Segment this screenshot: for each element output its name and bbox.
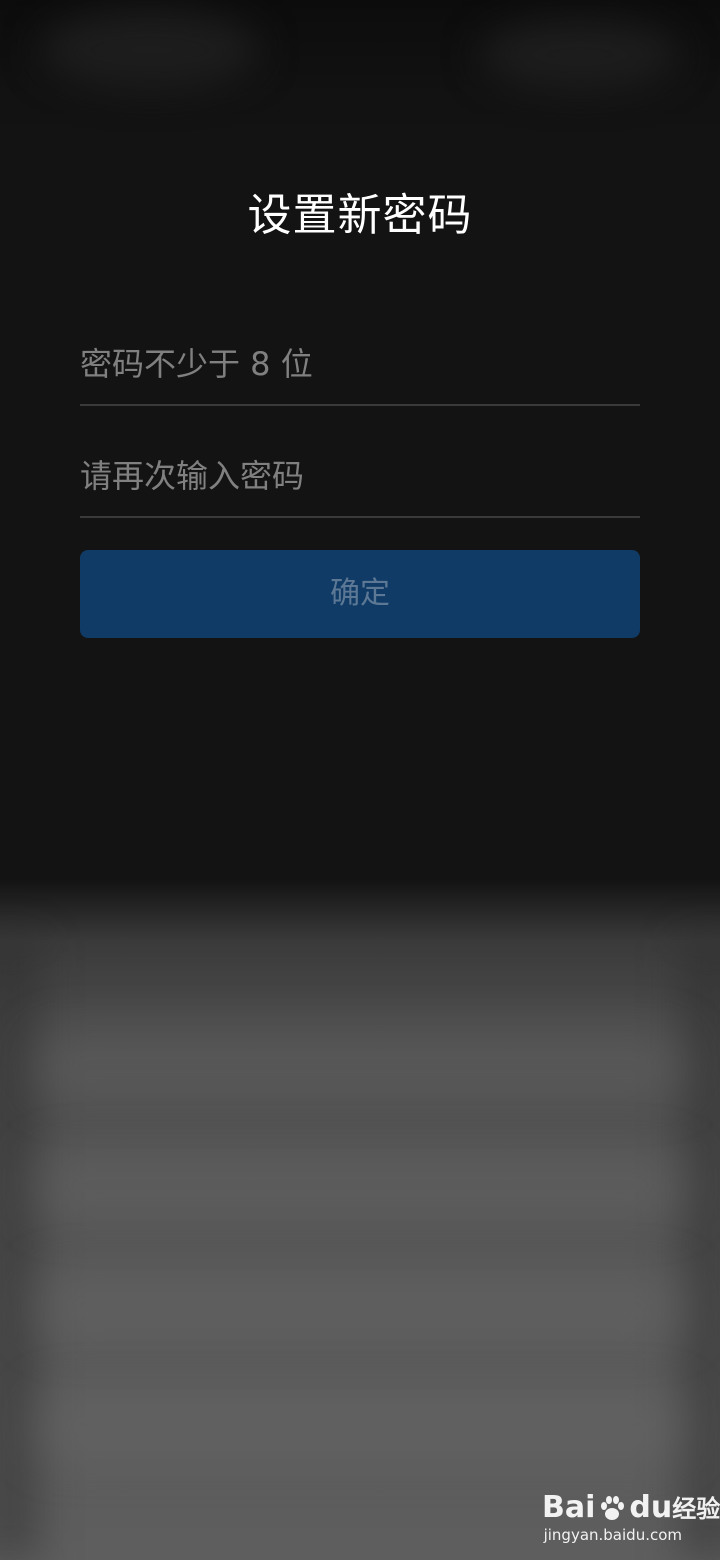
confirm-button[interactable]: 确定	[80, 550, 640, 638]
baidu-jingyan-watermark: Bai du经验 jingyan.baidu.com	[542, 1490, 720, 1545]
watermark-url: jingyan.baidu.com	[543, 1526, 682, 1544]
page-title: 设置新密码	[247, 190, 473, 241]
new-password-input[interactable]	[80, 338, 640, 390]
baidu-logo: Bai du经验	[542, 1490, 720, 1525]
confirm-password-field[interactable]	[80, 436, 640, 518]
blurred-keyboard-area	[0, 880, 720, 1560]
paw-icon	[601, 1495, 625, 1520]
confirm-password-input[interactable]	[80, 450, 640, 502]
set-password-screen: 设置新密码 确定 Bai du经验 jingyan.baidu.com	[0, 0, 720, 1560]
new-password-field[interactable]	[80, 324, 640, 406]
blurred-header-area	[0, 0, 720, 140]
